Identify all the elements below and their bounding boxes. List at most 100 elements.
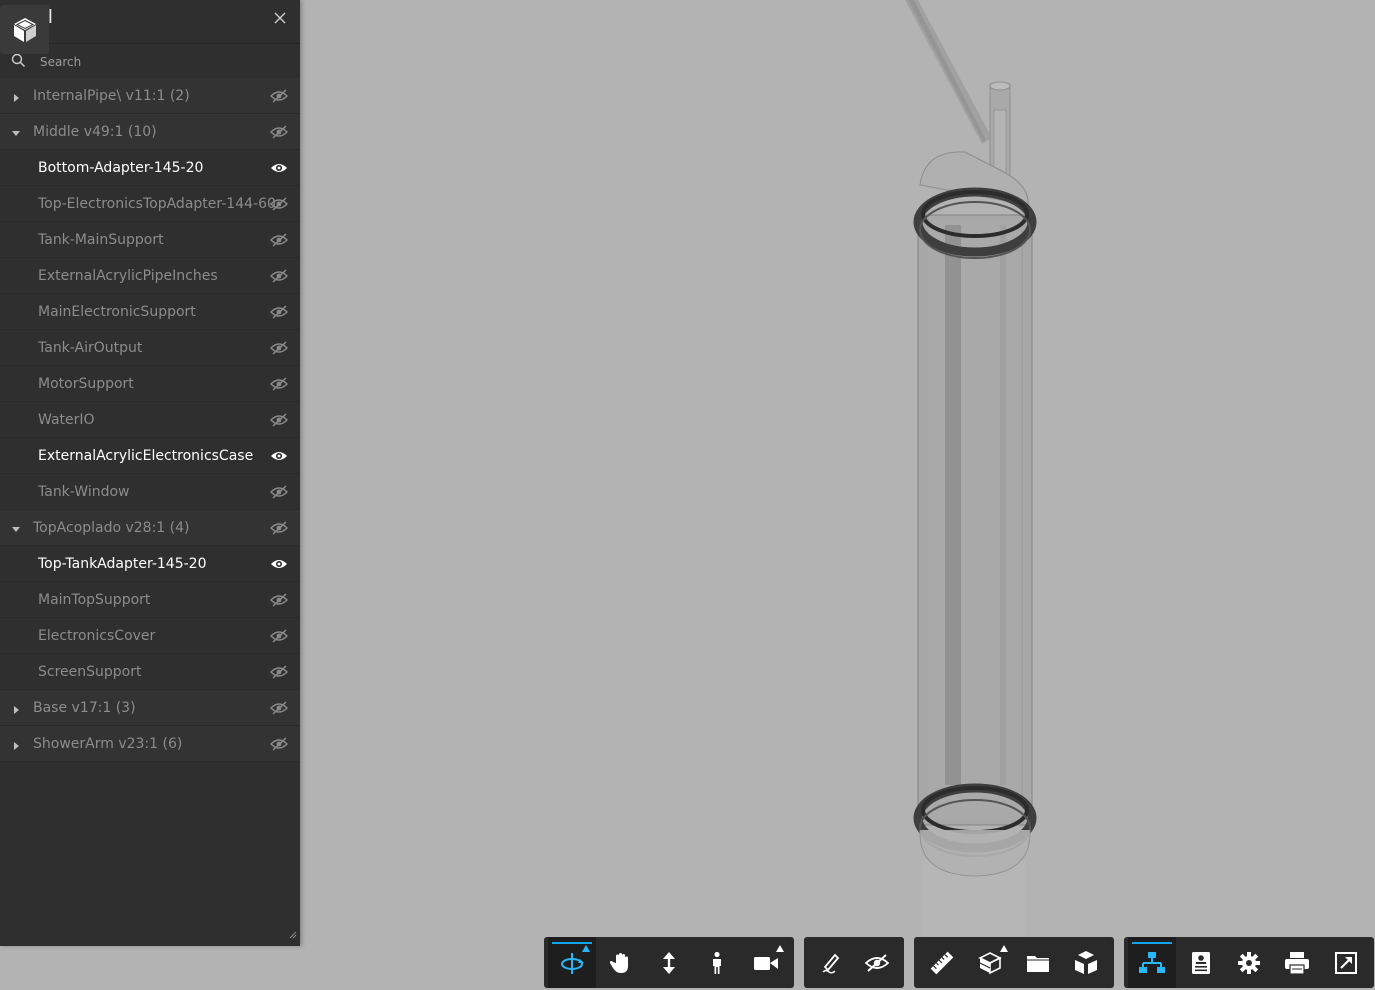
eye-hidden-icon[interactable] — [269, 232, 289, 247]
eye-hidden-icon[interactable] — [269, 592, 289, 607]
settings-gear-icon — [1237, 951, 1261, 975]
first-person-button[interactable] — [693, 937, 741, 988]
toolbar-group-navigation — [544, 937, 794, 988]
tree-row-label: Bottom-Adapter-145-20 — [38, 160, 204, 176]
model-cube-icon[interactable] — [0, 5, 49, 54]
model-tree-icon — [1139, 951, 1166, 975]
tree-row-label: WaterIO — [38, 412, 95, 428]
eye-hidden-icon[interactable] — [269, 376, 289, 391]
tree-item-row[interactable]: ElectronicsCover — [0, 618, 300, 654]
resize-grip-icon[interactable] — [289, 924, 297, 943]
eye-hidden-icon[interactable] — [269, 196, 289, 211]
orbit-button[interactable] — [548, 937, 597, 988]
first-person-icon — [707, 951, 727, 975]
tree-row-label: ElectronicsCover — [38, 628, 156, 644]
toolbar-group-markup — [804, 937, 904, 988]
tree-item-row[interactable]: MainTopSupport — [0, 582, 300, 618]
fullscreen-icon — [1334, 951, 1357, 974]
explode-cube-button[interactable] — [1062, 937, 1110, 988]
folder-icon — [1026, 953, 1050, 973]
tree-row-label: ExternalAcrylicPipeInches — [38, 268, 218, 284]
print-button[interactable] — [1273, 937, 1321, 988]
section-cube-button[interactable] — [966, 937, 1014, 988]
tree-row-label: ScreenSupport — [38, 664, 142, 680]
camera-button[interactable] — [742, 937, 790, 988]
eye-hidden-icon[interactable] — [269, 304, 289, 319]
tree-group-row[interactable]: Middle v49:1 (10) — [0, 114, 300, 150]
flyout-arrow-icon[interactable] — [1000, 945, 1008, 952]
tree-item-row[interactable]: Top-ElectronicsTopAdapter-144-60 — [0, 186, 300, 222]
hide-eye-icon — [864, 953, 890, 973]
tree-row-label: ExternalAcrylicElectronicsCase — [38, 448, 254, 464]
tree-item-row[interactable]: Tank-MainSupport — [0, 222, 300, 258]
eye-hidden-icon[interactable] — [269, 628, 289, 643]
properties-button[interactable] — [1176, 937, 1224, 988]
flyout-arrow-icon[interactable] — [582, 945, 591, 952]
tree-group-row[interactable]: TopAcoplado v28:1 (4) — [0, 510, 300, 546]
toolbar-group-measure — [914, 937, 1114, 988]
eye-hidden-icon[interactable] — [269, 484, 289, 499]
properties-icon — [1191, 951, 1211, 975]
tree-row-label: Tank-MainSupport — [38, 232, 164, 248]
tree-group-row[interactable]: Base v17:1 (3) — [0, 690, 300, 726]
model-tree: InternalPipe\ v11:1 (2) Middle v49:1 (10)… — [0, 78, 300, 762]
flyout-arrow-icon[interactable] — [776, 945, 785, 952]
settings-gear-button[interactable] — [1225, 937, 1273, 988]
search-input[interactable] — [38, 50, 292, 74]
eye-icon[interactable] — [270, 160, 288, 174]
tree-row-label: TopAcoplado v28:1 (4) — [33, 520, 190, 536]
eye-hidden-icon[interactable] — [269, 520, 289, 535]
eye-hidden-icon[interactable] — [269, 412, 289, 427]
ruler-button[interactable] — [918, 937, 966, 988]
markup-pen-button[interactable] — [808, 937, 854, 988]
caret-right-icon[interactable] — [11, 700, 21, 714]
ruler-icon — [929, 950, 955, 976]
tree-item-row[interactable]: Top-TankAdapter-145-20 — [0, 546, 300, 582]
pan-hand-icon — [609, 951, 633, 975]
tree-row-label: InternalPipe\ v11:1 (2) — [33, 88, 190, 104]
pan-hand-button[interactable] — [596, 937, 644, 988]
eye-hidden-icon[interactable] — [269, 124, 289, 139]
tree-item-row[interactable]: ExternalAcrylicPipeInches — [0, 258, 300, 294]
orbit-icon — [559, 950, 585, 976]
explode-cube-icon — [1073, 950, 1099, 976]
tree-item-row[interactable]: MotorSupport — [0, 366, 300, 402]
tree-row-label: Base v17:1 (3) — [33, 700, 136, 716]
fullscreen-button[interactable] — [1322, 937, 1370, 988]
tree-item-row[interactable]: Tank-Window — [0, 474, 300, 510]
tree-item-row[interactable]: WaterIO — [0, 402, 300, 438]
close-icon[interactable] — [272, 10, 288, 26]
zoom-arrows-button[interactable] — [645, 937, 693, 988]
eye-icon[interactable] — [270, 556, 288, 570]
model-tree-button[interactable] — [1128, 937, 1177, 988]
tree-row-label: ShowerArm v23:1 (6) — [33, 736, 183, 752]
folder-button[interactable] — [1014, 937, 1062, 988]
caret-right-icon[interactable] — [11, 88, 21, 102]
tree-row-label: MainElectronicSupport — [38, 304, 196, 320]
eye-hidden-icon[interactable] — [269, 736, 289, 751]
tree-group-row[interactable]: InternalPipe\ v11:1 (2) — [0, 78, 300, 114]
tree-item-row[interactable]: ScreenSupport — [0, 654, 300, 690]
tree-item-row[interactable]: ExternalAcrylicElectronicsCase — [0, 438, 300, 474]
model-browser-panel: del InternalPipe\ v11:1 (2) Middle v49:1 … — [0, 0, 300, 946]
caret-down-icon[interactable] — [11, 520, 21, 532]
tree-item-row[interactable]: Tank-AirOutput — [0, 330, 300, 366]
tree-row-label: Top-ElectronicsTopAdapter-144-60 — [38, 196, 276, 212]
hide-eye-button[interactable] — [854, 937, 900, 988]
markup-pen-icon — [820, 952, 842, 974]
tree-item-row[interactable]: MainElectronicSupport — [0, 294, 300, 330]
caret-right-icon[interactable] — [11, 736, 21, 750]
eye-hidden-icon[interactable] — [269, 340, 289, 355]
caret-down-icon[interactable] — [11, 124, 21, 136]
tree-group-row[interactable]: ShowerArm v23:1 (6) — [0, 726, 300, 762]
eye-hidden-icon[interactable] — [269, 268, 289, 283]
eye-hidden-icon[interactable] — [269, 700, 289, 715]
eye-icon[interactable] — [270, 448, 288, 462]
tree-item-row[interactable]: Bottom-Adapter-145-20 — [0, 150, 300, 186]
tree-row-label: Middle v49:1 (10) — [33, 124, 157, 140]
eye-hidden-icon[interactable] — [269, 88, 289, 103]
tree-row-label: MainTopSupport — [38, 592, 151, 608]
eye-hidden-icon[interactable] — [269, 664, 289, 679]
tree-row-label: MotorSupport — [38, 376, 134, 392]
camera-icon — [753, 953, 779, 973]
